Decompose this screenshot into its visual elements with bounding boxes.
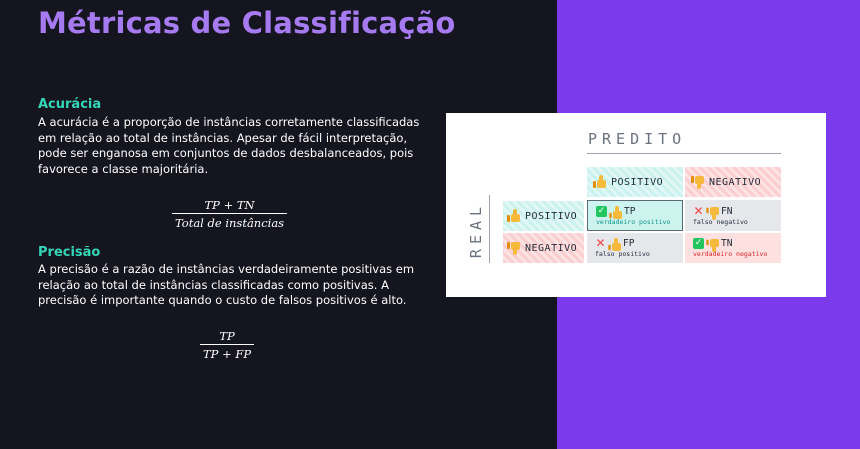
real-axis-label-wrap: REAL bbox=[456, 190, 496, 270]
precision-line: precisão é importante quando o custo de … bbox=[38, 293, 407, 307]
cell-false-negative: ✕ FN falso negativo bbox=[685, 200, 781, 231]
tn-description: verdadeiro negativo bbox=[693, 250, 768, 258]
cell-true-positive: ✓ TP verdadeiro positivo bbox=[587, 200, 683, 231]
thumbs-up-icon bbox=[608, 238, 621, 251]
formula-denominator: TP + FP bbox=[203, 347, 252, 361]
formula-numerator: TP + TN bbox=[172, 198, 288, 214]
accuracy-line: em relação ao total de instâncias. Apesa… bbox=[38, 130, 408, 145]
precision-line: relação ao total de instâncias classific… bbox=[38, 277, 389, 292]
thumbs-down-icon bbox=[691, 175, 705, 189]
real-axis-label: REAL bbox=[467, 201, 485, 259]
thumbs-down-icon bbox=[507, 241, 521, 255]
accuracy-line: favorece a classe majoritária. bbox=[38, 161, 209, 176]
accuracy-heading: Acurácia bbox=[38, 97, 102, 112]
thumbs-down-icon bbox=[706, 238, 719, 252]
predicted-axis-line bbox=[587, 153, 781, 154]
col-negative-label: NEGATIVO bbox=[709, 176, 762, 188]
row-negative-label: NEGATIVO bbox=[525, 242, 578, 254]
check-icon: ✓ bbox=[693, 238, 704, 249]
row-positive-label: POSITIVO bbox=[525, 210, 578, 222]
predicted-axis-label: PREDITO bbox=[588, 130, 687, 148]
formula-denominator: Total de instâncias bbox=[175, 216, 285, 230]
tp-label: TP bbox=[624, 205, 636, 217]
formula-numerator: TP bbox=[200, 329, 255, 345]
precision-heading: Precisão bbox=[38, 245, 101, 260]
accuracy-paragraph: A acurácia é a proporção de instâncias c… bbox=[38, 115, 438, 177]
fn-label: FN bbox=[721, 205, 733, 217]
cell-true-negative: ✓ TN verdadeiro negativo bbox=[685, 233, 781, 263]
page-title: Métricas de Classificação bbox=[38, 6, 456, 40]
accuracy-line: A acurácia é a proporção de instâncias c… bbox=[38, 115, 420, 129]
precision-line: A precisão é a razão de instâncias verda… bbox=[38, 262, 415, 276]
fp-description: falso positivo bbox=[595, 250, 650, 258]
confusion-matrix-card: PREDITO REAL POSITIVO NEGATIVO POSITIVO … bbox=[446, 113, 826, 297]
fp-label: FP bbox=[623, 238, 635, 249]
thumbs-up-icon bbox=[609, 205, 622, 219]
thumbs-down-icon bbox=[706, 206, 719, 220]
col-header-positive: POSITIVO bbox=[587, 167, 683, 197]
thumbs-up-icon bbox=[507, 209, 521, 223]
real-axis-line bbox=[489, 195, 490, 263]
cross-icon: ✕ bbox=[693, 203, 704, 218]
accuracy-line: pode ser enganosa em conjuntos de dados … bbox=[38, 146, 414, 160]
tp-description: verdadeiro positivo bbox=[596, 217, 671, 226]
row-header-positive: POSITIVO bbox=[503, 201, 584, 231]
check-icon: ✓ bbox=[596, 205, 607, 217]
thumbs-up-icon bbox=[593, 175, 607, 189]
col-header-negative: NEGATIVO bbox=[685, 167, 781, 197]
accuracy-formula: TP + TN Total de instâncias bbox=[172, 198, 288, 230]
fn-description: falso negativo bbox=[693, 217, 748, 226]
precision-formula: TP TP + FP bbox=[200, 329, 255, 361]
col-positive-label: POSITIVO bbox=[611, 176, 664, 188]
precision-paragraph: A precisão é a razão de instâncias verda… bbox=[38, 262, 438, 309]
cell-false-positive: ✕ FP falso positivo bbox=[587, 233, 683, 263]
row-header-negative: NEGATIVO bbox=[503, 233, 584, 263]
tn-label: TN bbox=[721, 238, 733, 249]
cross-icon: ✕ bbox=[595, 236, 606, 250]
